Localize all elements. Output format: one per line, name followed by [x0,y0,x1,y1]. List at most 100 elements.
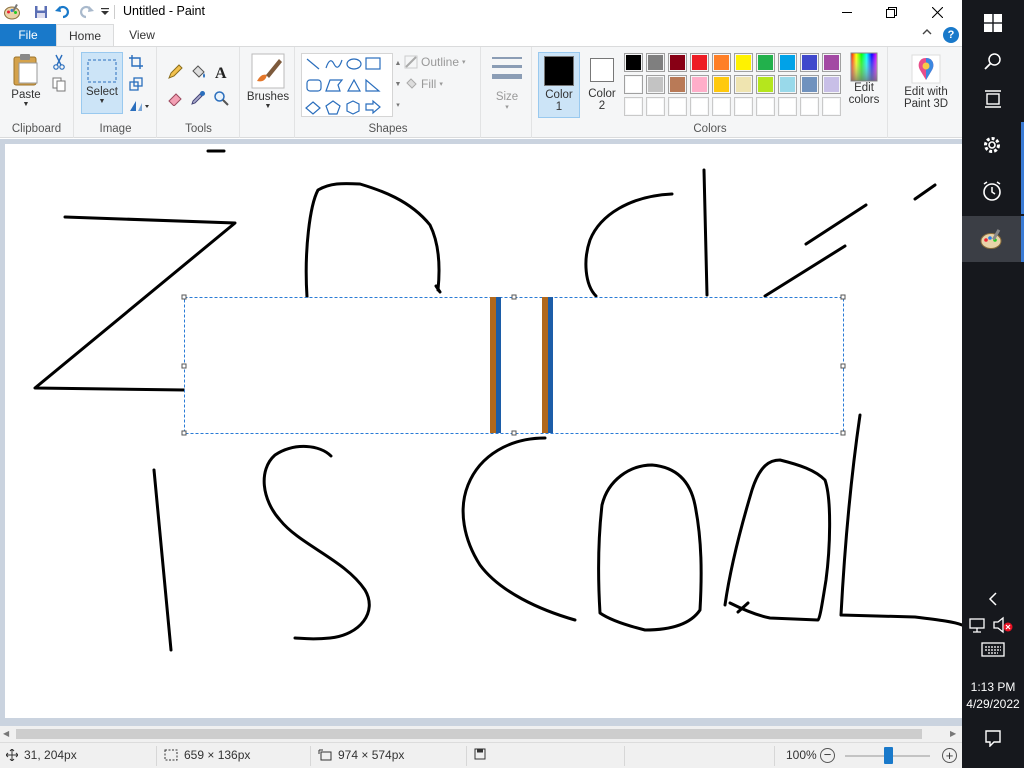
palette-swatch[interactable] [712,75,731,94]
palette-swatch[interactable] [800,75,819,94]
edit-with-paint3d-label: Edit with Paint 3D [903,86,949,110]
palette-swatch-color [824,77,839,92]
palette-swatch[interactable] [690,97,709,116]
task-view-icon[interactable] [962,76,1024,122]
palette-swatch[interactable] [756,75,775,94]
palette-swatch[interactable] [734,53,753,72]
file-size [474,748,486,760]
paint-taskbar-button[interactable] [962,216,1024,262]
cut-icon[interactable] [50,53,68,71]
palette-swatch[interactable] [778,97,797,116]
eraser-icon[interactable] [166,89,184,107]
keyboard-icon[interactable] [981,642,1005,658]
zoom-in-button[interactable]: + [942,748,957,763]
palette-swatch[interactable] [822,75,841,94]
shapes-group-label: Shapes [368,123,408,135]
shapes-scroll[interactable]: ▲ ▼ ▾ [393,53,403,117]
palette-swatch-color [670,77,685,92]
outline-button[interactable]: Outline ▾ [404,55,466,69]
tab-view[interactable]: View [116,24,168,46]
palette-swatch[interactable] [800,53,819,72]
save-icon[interactable] [31,2,51,22]
scroll-right-icon[interactable]: ▶ [950,729,956,738]
palette-swatch[interactable] [712,53,731,72]
palette-swatch[interactable] [822,53,841,72]
palette-swatch-color [780,77,795,92]
zoom-out-button[interactable]: − [820,748,835,763]
palette-swatch[interactable] [646,53,665,72]
palette-swatch-color [736,77,751,92]
select-button[interactable]: Select ▼ [81,52,123,114]
pencil-icon[interactable] [166,63,184,81]
fill-button[interactable]: Fill ▾ [404,77,443,91]
text-tool-icon[interactable]: A [212,63,230,81]
color-spectrum-icon [850,52,878,82]
horizontal-scrollbar[interactable]: ◀ ▶ [0,726,962,742]
palette-swatch[interactable] [624,53,643,72]
collapse-ribbon-icon[interactable] [922,27,932,39]
undo-icon[interactable] [53,2,73,22]
notifications-icon[interactable] [962,716,1024,760]
drawing-canvas[interactable] [5,144,962,718]
selection-size-text: 659 × 136px [184,748,251,762]
fill-icon [406,78,417,89]
copy-icon[interactable] [50,75,68,93]
tab-home[interactable]: Home [56,24,114,46]
palette-swatch[interactable] [668,75,687,94]
scrollbar-thumb[interactable] [16,729,922,739]
color1-label: Color 1 [545,89,573,113]
palette-swatch[interactable] [690,75,709,94]
customize-dropdown-icon[interactable] [95,2,115,22]
crop-icon[interactable] [127,53,145,71]
tab-file[interactable]: File [0,24,56,46]
brushes-button[interactable]: Brushes ▼ [245,53,291,110]
edit-with-paint3d-button[interactable]: Edit with Paint 3D [895,54,957,110]
status-separator [310,746,311,766]
palette-swatch[interactable] [646,75,665,94]
close-button[interactable] [914,0,960,24]
clock-date: 4/29/2022 [966,697,1020,711]
help-button[interactable]: ? [943,27,959,43]
show-hidden-chevron-icon[interactable] [962,577,1024,621]
palette-swatch[interactable] [690,53,709,72]
palette-swatch[interactable] [668,53,687,72]
resize-icon[interactable] [127,75,145,93]
network-icon[interactable] [968,616,988,634]
volume-muted-icon[interactable] [992,616,1014,634]
color1-button[interactable]: Color 1 [538,52,580,118]
size-button[interactable]: Size ▾ [488,55,526,111]
restore-button[interactable] [868,0,914,24]
palette-swatch[interactable] [624,97,643,116]
palette-swatch[interactable] [712,97,731,116]
palette-swatch[interactable] [778,53,797,72]
magnifier-icon[interactable] [212,89,230,107]
palette-swatch[interactable] [668,97,687,116]
alarms-clock-icon[interactable] [962,168,1024,214]
rotate-icon[interactable] [127,97,151,115]
palette-swatch[interactable] [734,75,753,94]
redo-icon[interactable] [76,2,96,22]
clock[interactable]: 1:13 PM 4/29/2022 [962,679,1024,713]
palette-swatch[interactable] [646,97,665,116]
paste-button[interactable]: Paste ▼ [6,53,46,108]
palette-swatch[interactable] [756,97,775,116]
paint-app-icon[interactable] [2,2,22,22]
edit-colors-button[interactable]: Edit colors [844,52,884,106]
zoom-slider-thumb[interactable] [884,747,893,764]
shapes-gallery-icons[interactable] [302,54,394,118]
title-separator [114,5,115,19]
settings-icon[interactable] [962,122,1024,168]
palette-swatch[interactable] [756,53,775,72]
minimize-button[interactable] [824,0,870,24]
palette-swatch[interactable] [624,75,643,94]
palette-swatch[interactable] [734,97,753,116]
palette-swatch[interactable] [822,97,841,116]
fill-bucket-icon[interactable] [189,63,207,81]
palette-swatch[interactable] [800,97,819,116]
color-picker-icon[interactable] [189,89,207,107]
palette-swatch-color [648,77,663,92]
zoom-level-text: 100% [786,748,817,762]
scroll-left-icon[interactable]: ◀ [3,729,9,738]
color2-button[interactable]: Color 2 [584,52,620,118]
palette-swatch[interactable] [778,75,797,94]
